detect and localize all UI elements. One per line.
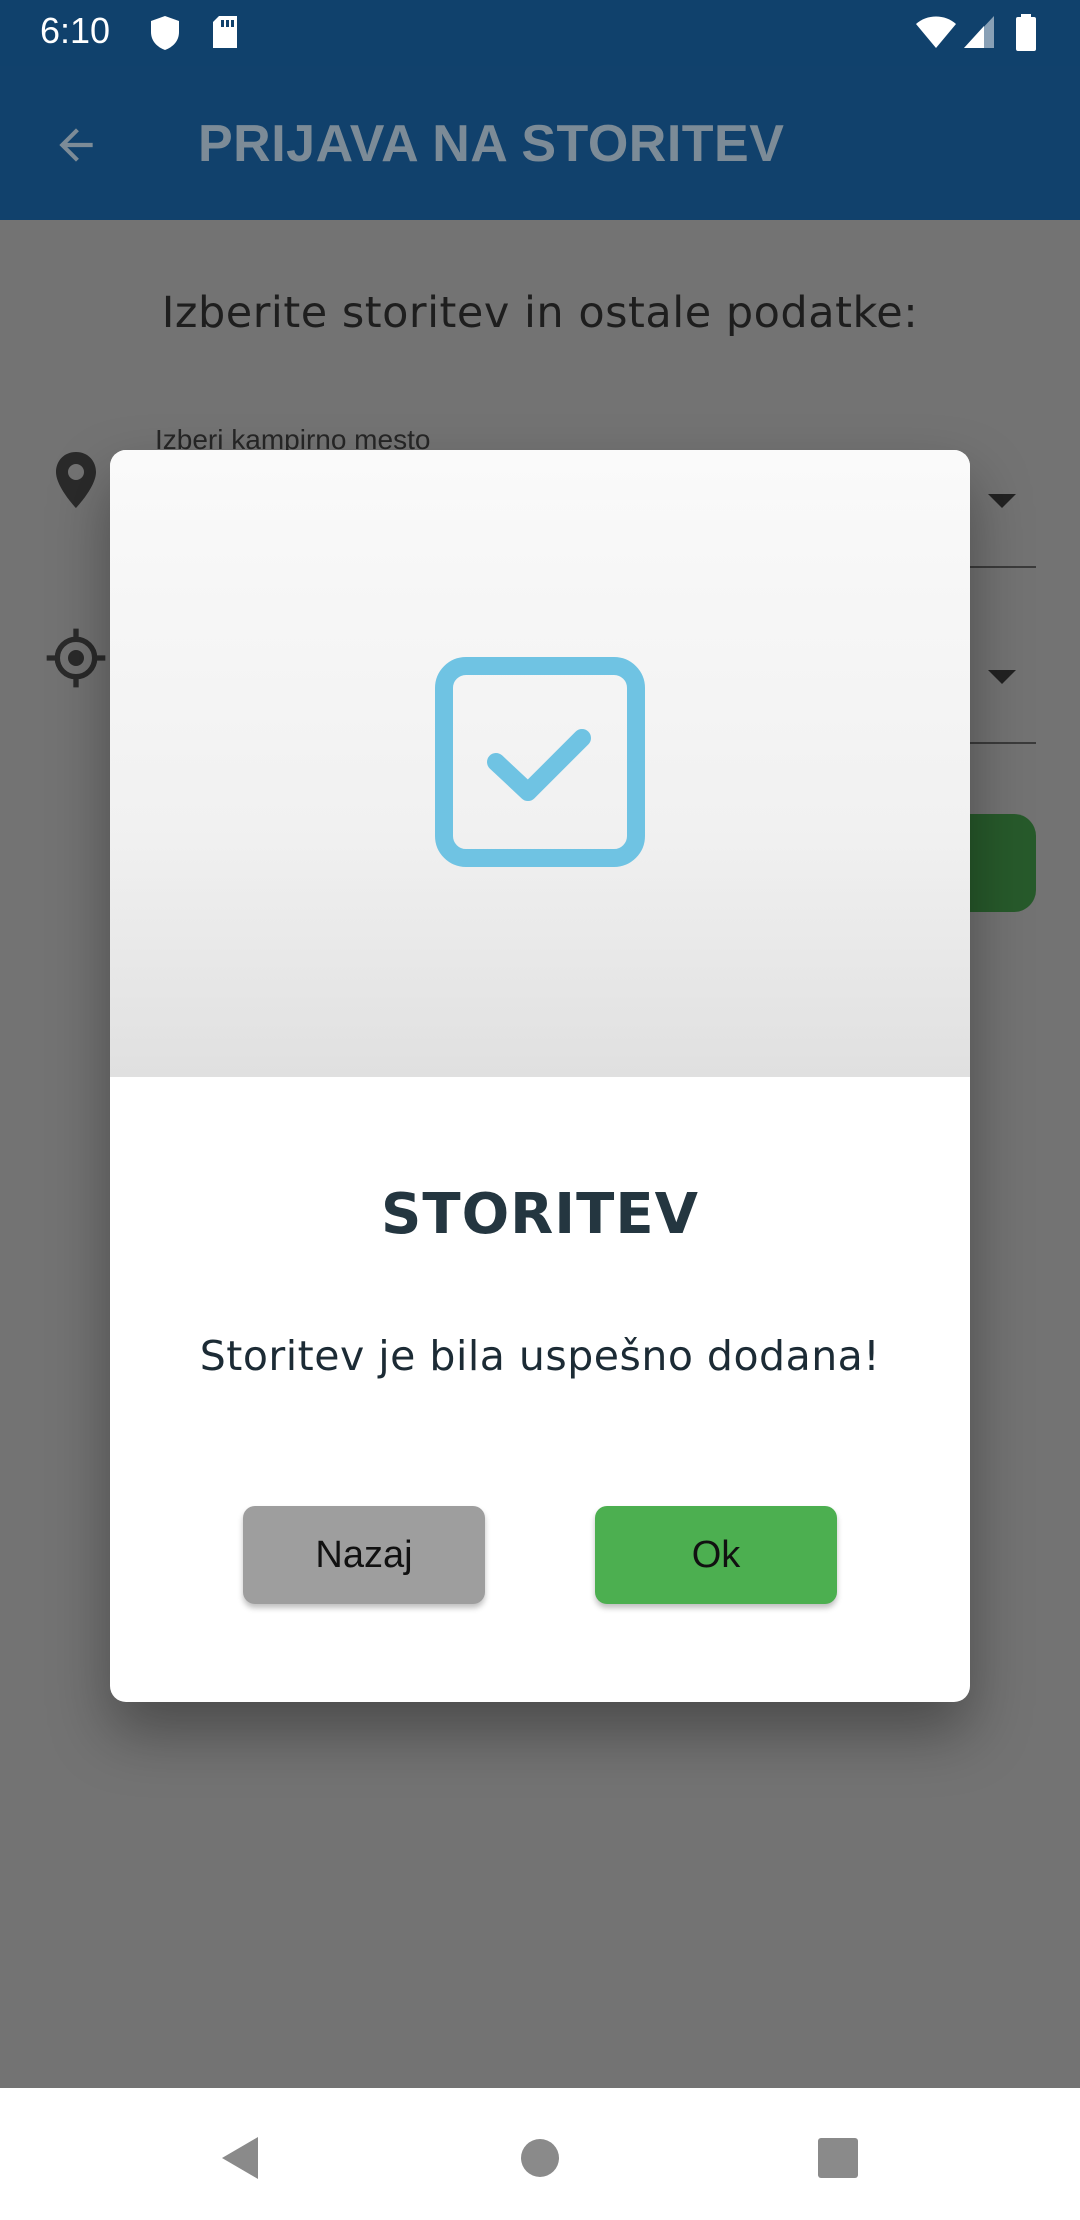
- back-triangle-icon: [222, 2137, 258, 2179]
- sd-card-icon: [210, 14, 240, 55]
- ok-button[interactable]: Ok: [595, 1506, 837, 1604]
- system-nav-bar: [0, 2088, 1080, 2220]
- nav-back-button[interactable]: [210, 2128, 270, 2188]
- battery-icon: [1014, 14, 1038, 57]
- shield-icon: [148, 14, 182, 57]
- dialog-message: Storitev je bila uspešno dodana!: [199, 1332, 881, 1380]
- success-dialog: STORITEV Storitev je bila uspešno dodana…: [110, 450, 970, 1702]
- checkbox-checked-icon: [432, 654, 648, 875]
- dialog-title: STORITEV: [381, 1182, 699, 1247]
- status-time: 6:10: [40, 10, 111, 51]
- location-pin-icon: [52, 450, 100, 515]
- wifi-icon: [914, 14, 958, 55]
- service-dropdown-arrow[interactable]: [988, 670, 1016, 684]
- recents-square-icon: [818, 2138, 858, 2178]
- campsite-field-underline: [960, 566, 1036, 568]
- submit-button[interactable]: [960, 814, 1036, 912]
- dialog-hero: [110, 450, 970, 1077]
- page-title: PRIJAVA NA STORITEV: [198, 115, 785, 173]
- back-button[interactable]: [40, 109, 112, 181]
- campsite-dropdown-arrow[interactable]: [988, 494, 1016, 508]
- form-prompt: Izberite storitev in ostale podatke:: [161, 288, 919, 338]
- status-bar: 6:10: [0, 0, 1080, 66]
- gps-target-icon: [44, 626, 108, 695]
- service-field-underline: [960, 742, 1036, 744]
- home-circle-icon: [521, 2139, 559, 2177]
- cancel-button[interactable]: Nazaj: [243, 1506, 485, 1604]
- nav-home-button[interactable]: [510, 2128, 570, 2188]
- signal-icon: [962, 14, 996, 55]
- nav-recents-button[interactable]: [808, 2128, 868, 2188]
- arrow-back-icon: [59, 128, 93, 162]
- app-bar: PRIJAVA NA STORITEV: [0, 66, 1080, 220]
